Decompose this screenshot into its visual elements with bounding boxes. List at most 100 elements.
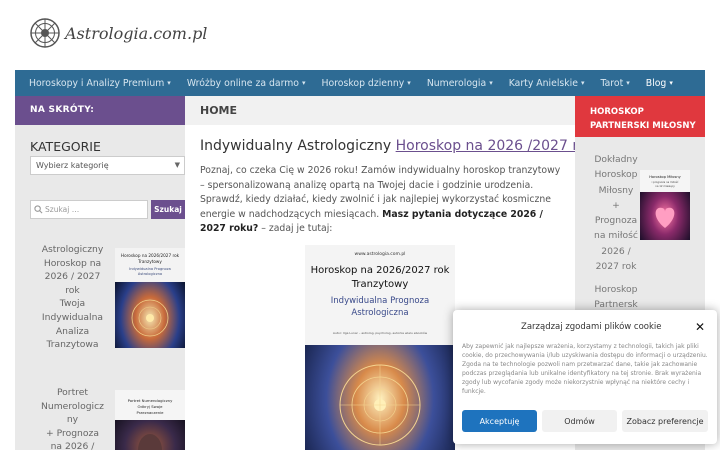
promo-line: na miłość bbox=[594, 230, 638, 242]
promo-book-cover-image[interactable]: Horoskop na 2026/2027 rok Tranzytowy Ind… bbox=[115, 248, 185, 348]
book-title: Tranzytowy bbox=[351, 279, 409, 290]
main-nav: Horoskopy i Analizy Premium ▾ Wróżby onli… bbox=[15, 70, 705, 96]
search-placeholder: Szukaj … bbox=[45, 205, 80, 214]
promo-line: ny bbox=[66, 414, 79, 426]
category-select[interactable]: Wybierz kategorię ▼ bbox=[30, 156, 185, 175]
nav-item-label: Karty Anielskie bbox=[508, 77, 578, 89]
book-title: Horoskop Miłosny bbox=[649, 175, 681, 179]
site-header: Astrologia.com.pl bbox=[0, 0, 720, 70]
nav-item-label: Horoskop dzienny bbox=[321, 77, 405, 89]
book-title: Horoskop na 2026/2027 rok bbox=[121, 253, 180, 258]
chevron-down-icon: ▾ bbox=[301, 79, 306, 87]
promo-line: Horoskop bbox=[594, 284, 638, 295]
promo-line: Astrologiczny bbox=[41, 244, 104, 255]
book-title: Horoskop na 2026/2027 rok bbox=[311, 265, 450, 276]
book-author: Autor: Ilga Lunar – astrolog, psycholog,… bbox=[333, 331, 428, 335]
cookie-preferences-button[interactable]: Zobacz preferencje bbox=[622, 410, 708, 432]
promo-horoskop-2026[interactable]: Astrologiczny Horoskop na 2026 / 2027 ro… bbox=[30, 243, 185, 352]
promo-horoskop-milosny[interactable]: Dokładny Horoskop Miłosny + Prognoza na … bbox=[590, 152, 642, 274]
shortcuts-header: NA SKRÓTY: bbox=[15, 96, 185, 125]
book-subtitle: Indywidualna Prognoza bbox=[331, 296, 429, 306]
promo-line: Miłosny bbox=[598, 184, 634, 196]
logo-text: Astrologia.com.pl bbox=[65, 23, 208, 43]
intro-text-end: – zadaj je tutaj: bbox=[258, 223, 333, 234]
book-cover-image[interactable]: www.astrologia.com.pl Horoskop na 2026/2… bbox=[305, 245, 455, 450]
book-title: Przeznaczenie bbox=[136, 410, 164, 415]
promo-line: rok bbox=[65, 284, 80, 296]
header-line: PARTNERSKI MIŁOSNY bbox=[590, 121, 696, 131]
chevron-down-icon: ▾ bbox=[580, 79, 585, 87]
promo-portret-numerologiczny[interactable]: Portret Numerologicz ny + Prognoza na 20… bbox=[30, 386, 185, 450]
book-url: www.astrologia.com.pl bbox=[355, 251, 406, 257]
promo-horoskop-partnerski[interactable]: Horoskop Partnersk bbox=[590, 282, 642, 313]
search-input[interactable]: Szukaj … bbox=[30, 200, 148, 219]
promo-text[interactable]: Astrologiczny Horoskop na 2026 / 2027 ro… bbox=[30, 243, 115, 352]
book-title: Portret Numerologiczny bbox=[128, 398, 173, 403]
promo-line: Numerologicz bbox=[41, 400, 104, 412]
nav-item-tarot[interactable]: Tarot ▾ bbox=[592, 78, 637, 89]
chevron-down-icon: ▾ bbox=[626, 79, 630, 87]
nav-item-label: Horoskopy i Analizy Premium bbox=[29, 77, 165, 89]
search-button[interactable]: Szukaj bbox=[151, 200, 185, 219]
article-title-link[interactable]: Horoskop na 2026 /2027 rok bbox=[396, 138, 595, 154]
chevron-down-icon: ▾ bbox=[669, 79, 673, 87]
book-subtitle: Astrologiczna bbox=[138, 272, 162, 276]
chevron-down-icon: ▾ bbox=[489, 79, 493, 87]
love-horoscope-header: HOROSKOP PARTNERSKI MIŁOSNY bbox=[575, 96, 705, 137]
nav-item-label: Tarot bbox=[600, 77, 624, 89]
chevron-down-icon: ▾ bbox=[167, 79, 171, 87]
article-title: Indywidualny Astrologiczny Horoskop na 2… bbox=[200, 138, 594, 154]
nav-item-horoskopy-premium[interactable]: Horoskopy i Analizy Premium ▾ bbox=[21, 78, 179, 89]
chevron-down-icon: ▼ bbox=[174, 161, 180, 169]
promo-line: + bbox=[612, 199, 620, 211]
promo-line: na 2026 / bbox=[50, 441, 95, 450]
promo-line: Tranzytowa bbox=[46, 339, 99, 351]
promo-line: 2027 rok bbox=[595, 261, 637, 273]
promo-line: Dokładny bbox=[594, 154, 638, 165]
promo-line: Analiza bbox=[55, 325, 90, 337]
page-title: HOME bbox=[185, 96, 575, 125]
promo-line: Horoskop bbox=[594, 169, 638, 181]
nav-item-blog[interactable]: Blog ▾ bbox=[638, 78, 681, 89]
chevron-down-icon: ▾ bbox=[407, 79, 411, 87]
nav-item-label: Wróżby online za darmo bbox=[186, 77, 299, 89]
categories-title: KATEGORIE bbox=[30, 139, 101, 154]
promo-line: Indywidualna bbox=[41, 311, 104, 323]
promo-line: 2026 / 2027 bbox=[44, 271, 101, 283]
promo-book-cover-image[interactable]: Horoskop Miłosny i prognoza na miłość na… bbox=[640, 170, 690, 240]
book-subtitle: na 12 miesięcy bbox=[655, 184, 675, 188]
promo-book-cover-image[interactable]: Portret Numerologiczny Odkryj Swoje Prze… bbox=[115, 390, 185, 450]
header-line: HOROSKOP bbox=[590, 107, 644, 117]
article-intro: Poznaj, co czeka Cię w 2026 roku! Zamów … bbox=[200, 164, 562, 237]
zodiac-wheel-icon bbox=[30, 18, 60, 48]
promo-line: Horoskop na bbox=[43, 257, 102, 269]
book-subtitle: i prognoza na miłość bbox=[652, 180, 679, 184]
nav-item-wrozby[interactable]: Wróżby online za darmo ▾ bbox=[179, 78, 314, 89]
cookie-consent-dialog: Zarządzaj zgodami plików cookie ✕ Aby za… bbox=[453, 310, 717, 444]
promo-line: Twoja bbox=[59, 298, 86, 310]
nav-item-horoskop-dzienny[interactable]: Horoskop dzienny ▾ bbox=[314, 78, 419, 89]
promo-text[interactable]: Portret Numerologicz ny + Prognoza na 20… bbox=[30, 386, 115, 450]
nav-item-karty-anielskie[interactable]: Karty Anielskie ▾ bbox=[501, 78, 593, 89]
promo-line: + Prognoza bbox=[46, 427, 99, 439]
book-subtitle: Indywidualna Prognoza bbox=[129, 267, 171, 271]
search-icon bbox=[34, 205, 43, 214]
category-select-value: Wybierz kategorię bbox=[36, 161, 109, 170]
accept-cookies-button[interactable]: Akceptuję bbox=[462, 410, 537, 432]
cookie-dialog-text: Aby zapewnić jak najlepsze wrażenia, kor… bbox=[462, 343, 708, 395]
promo-line: Prognoza bbox=[594, 215, 638, 227]
nav-item-numerologia[interactable]: Numerologia ▾ bbox=[419, 78, 501, 89]
article-title-text: Indywidualny Astrologiczny bbox=[200, 138, 396, 154]
book-title: Odkryj Swoje bbox=[138, 404, 164, 409]
nav-item-label: Blog bbox=[645, 77, 667, 89]
cookie-dialog-title: Zarządzaj zgodami plików cookie bbox=[521, 322, 662, 332]
left-sidebar: NA SKRÓTY: KATEGORIE Wybierz kategorię ▼… bbox=[15, 96, 185, 450]
book-title: Tranzytowy bbox=[137, 259, 162, 264]
book-subtitle: Astrologiczna bbox=[351, 308, 408, 318]
site-logo[interactable]: Astrologia.com.pl bbox=[30, 18, 207, 48]
close-icon[interactable]: ✕ bbox=[695, 320, 705, 334]
promo-line: Portret bbox=[56, 387, 89, 398]
page: Astrologia.com.pl Horoskopy i Analizy Pr… bbox=[0, 0, 720, 450]
reject-cookies-button[interactable]: Odmów bbox=[542, 410, 617, 432]
nav-item-label: Numerologia bbox=[426, 77, 487, 89]
